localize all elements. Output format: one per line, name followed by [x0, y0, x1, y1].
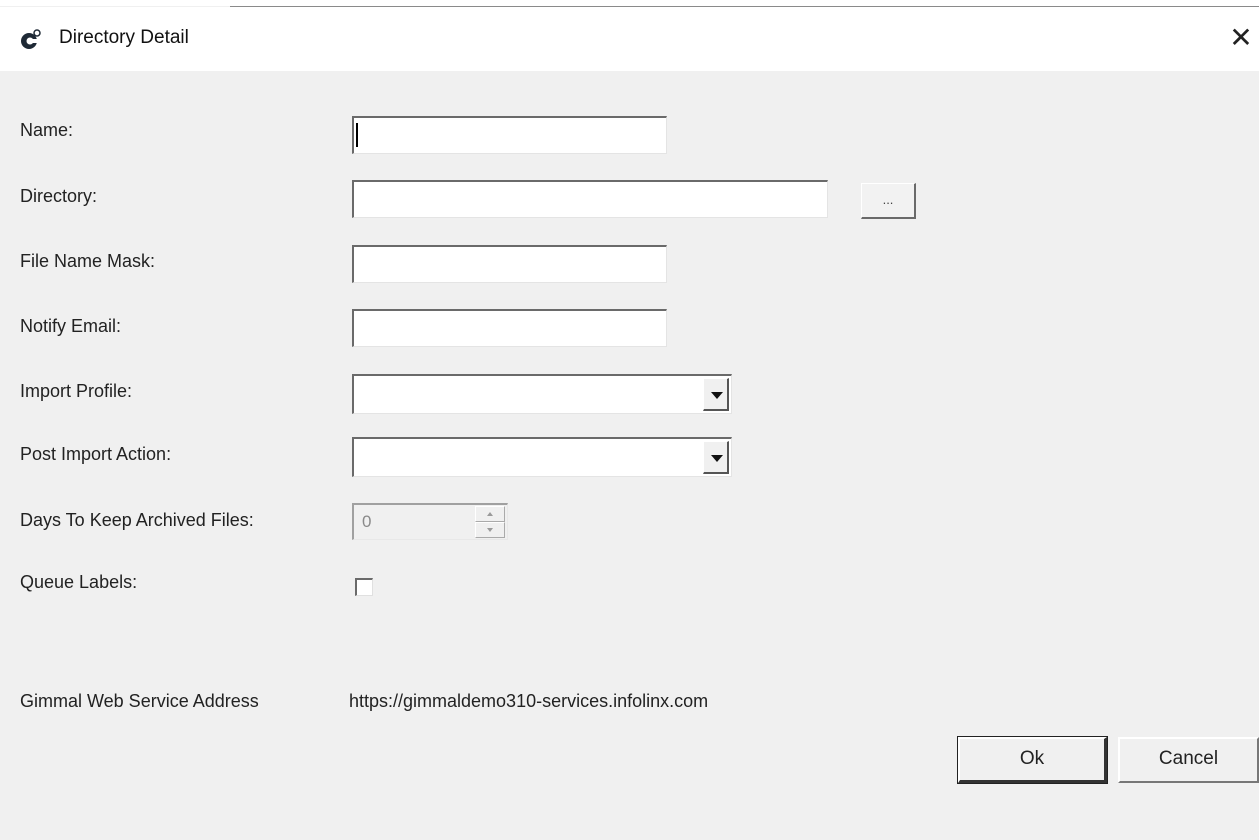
ok-button[interactable]: Ok — [957, 736, 1108, 784]
web-service-address-value: https://gimmaldemo310-services.infolinx.… — [349, 691, 709, 711]
name-label: Name: — [20, 120, 74, 140]
notify-email-input[interactable] — [352, 309, 667, 347]
chevron-down-icon[interactable] — [703, 441, 729, 474]
post-import-action-label: Post Import Action: — [20, 444, 172, 464]
notify-email-label: Notify Email: — [20, 316, 122, 336]
spin-down-icon[interactable] — [475, 522, 505, 538]
days-to-keep-spinner[interactable]: 0 — [352, 503, 508, 540]
post-import-action-dropdown[interactable] — [352, 437, 732, 477]
directory-label: Directory: — [20, 186, 98, 206]
directory-input[interactable] — [352, 180, 828, 218]
text-caret — [356, 123, 358, 147]
close-icon: ✕ — [1229, 22, 1253, 53]
file-name-mask-label: File Name Mask: — [20, 251, 156, 271]
chevron-down-icon[interactable] — [703, 378, 729, 411]
spinner-buttons — [475, 506, 505, 538]
cancel-button[interactable]: Cancel — [1118, 737, 1259, 783]
queue-labels-checkbox[interactable] — [355, 578, 373, 596]
file-name-mask-input[interactable] — [352, 245, 667, 283]
title-bar: Directory Detail ✕ — [0, 7, 1259, 71]
gimmal-logo-icon — [19, 29, 41, 51]
queue-labels-label: Queue Labels: — [20, 572, 138, 592]
days-to-keep-value: 0 — [362, 512, 372, 531]
import-profile-dropdown[interactable] — [352, 374, 732, 414]
spin-up-icon[interactable] — [475, 506, 505, 522]
browse-directory-button[interactable]: ... — [861, 183, 916, 219]
window-title: Directory Detail — [59, 27, 189, 48]
web-service-address-label: Gimmal Web Service Address — [20, 691, 259, 711]
browse-button-label: ... — [882, 192, 894, 207]
import-profile-label: Import Profile: — [20, 381, 133, 401]
close-button[interactable]: ✕ — [1226, 21, 1256, 55]
name-input[interactable] — [352, 116, 667, 154]
days-to-keep-label: Days To Keep Archived Files: — [20, 510, 254, 530]
